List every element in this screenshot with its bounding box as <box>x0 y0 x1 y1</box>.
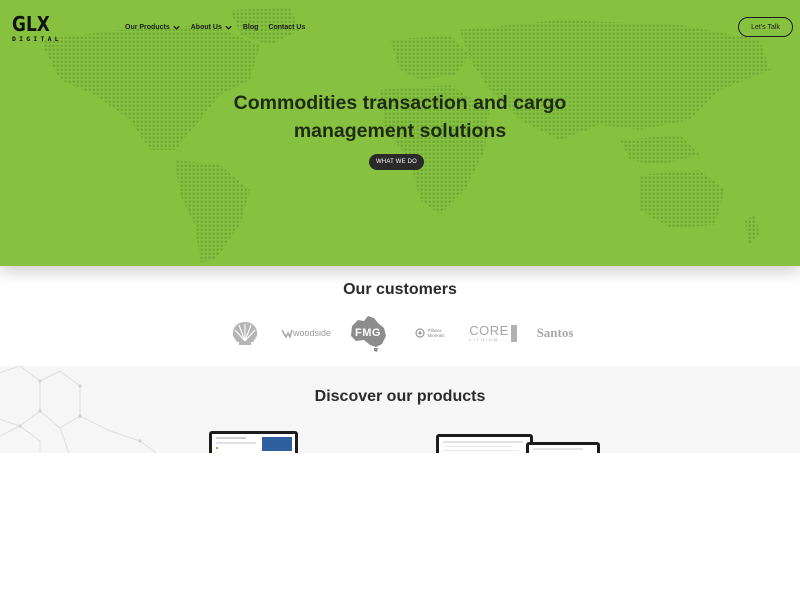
core-logo-text: CORE <box>469 322 509 338</box>
product-screen <box>212 434 295 453</box>
product-tablet-mockup[interactable] <box>526 442 600 453</box>
main-nav: Our Products About Us Blog Contact Us <box>125 23 305 32</box>
hexagon-pattern-decoration <box>0 366 157 453</box>
santos-logo-text: Santos <box>536 325 574 340</box>
woodside-leaf-icon <box>281 329 293 338</box>
nav-contact-us[interactable]: Contact Us <box>268 24 305 31</box>
hero-title-line2: management solutions <box>293 120 507 142</box>
shell-logo <box>230 319 260 347</box>
pilbara-minerals-logo: Pilbara Minerals <box>412 325 448 341</box>
nav-our-products-label: Our Products <box>125 24 170 31</box>
nav-contact-us-label: Contact Us <box>268 24 306 31</box>
product-screen <box>529 445 597 453</box>
products-title: Discover our products <box>314 388 486 405</box>
what-we-do-button[interactable]: WHAT WE DO <box>369 154 424 170</box>
fmg-logo-text: FMG <box>355 327 381 339</box>
lets-talk-button[interactable]: Let's Talk <box>738 17 793 37</box>
core-lithium-logo: CORE LITHIUM <box>468 321 518 345</box>
lithium-logo-text: LITHIUM <box>469 336 500 342</box>
hero-title: Commodities transaction and cargo manage… <box>150 89 650 145</box>
nav-blog-label: Blog <box>242 24 259 31</box>
customers-title: Our customers <box>343 281 457 298</box>
customer-logos: woodside FMG Pilbara Minerals CORE LITHI… <box>228 313 588 353</box>
fmg-logo: FMG <box>348 314 388 352</box>
woodside-logo-text: woodside <box>292 328 332 338</box>
woodside-logo: woodside <box>280 325 332 341</box>
nav-about-us-label: About Us <box>190 24 222 31</box>
page: GLX DIGITAL Our Products About Us Blog C… <box>0 0 800 600</box>
nav-blog[interactable]: Blog <box>243 24 259 31</box>
core-logo-bar <box>510 324 517 342</box>
product-screen <box>439 437 530 453</box>
pilbara-circle-icon <box>415 328 426 338</box>
blank-area <box>0 453 800 600</box>
logo-text: GLX <box>12 12 50 36</box>
nav-about-us[interactable]: About Us <box>191 23 233 32</box>
nav-our-products[interactable]: Our Products <box>125 23 181 32</box>
hero-section: GLX DIGITAL Our Products About Us Blog C… <box>0 0 800 266</box>
chevron-down-icon <box>225 25 232 30</box>
product-monitor-mockup[interactable] <box>436 434 533 453</box>
chevron-down-icon <box>173 25 180 30</box>
hero-title-line1: Commodities transaction and cargo <box>233 92 567 114</box>
products-section <box>0 366 800 453</box>
pilbara-logo-line2: Minerals <box>427 333 445 338</box>
product-laptop-mockup[interactable] <box>209 431 298 453</box>
glx-digital-logo[interactable]: GLX DIGITAL <box>12 12 59 44</box>
santos-logo: Santos <box>530 325 580 341</box>
